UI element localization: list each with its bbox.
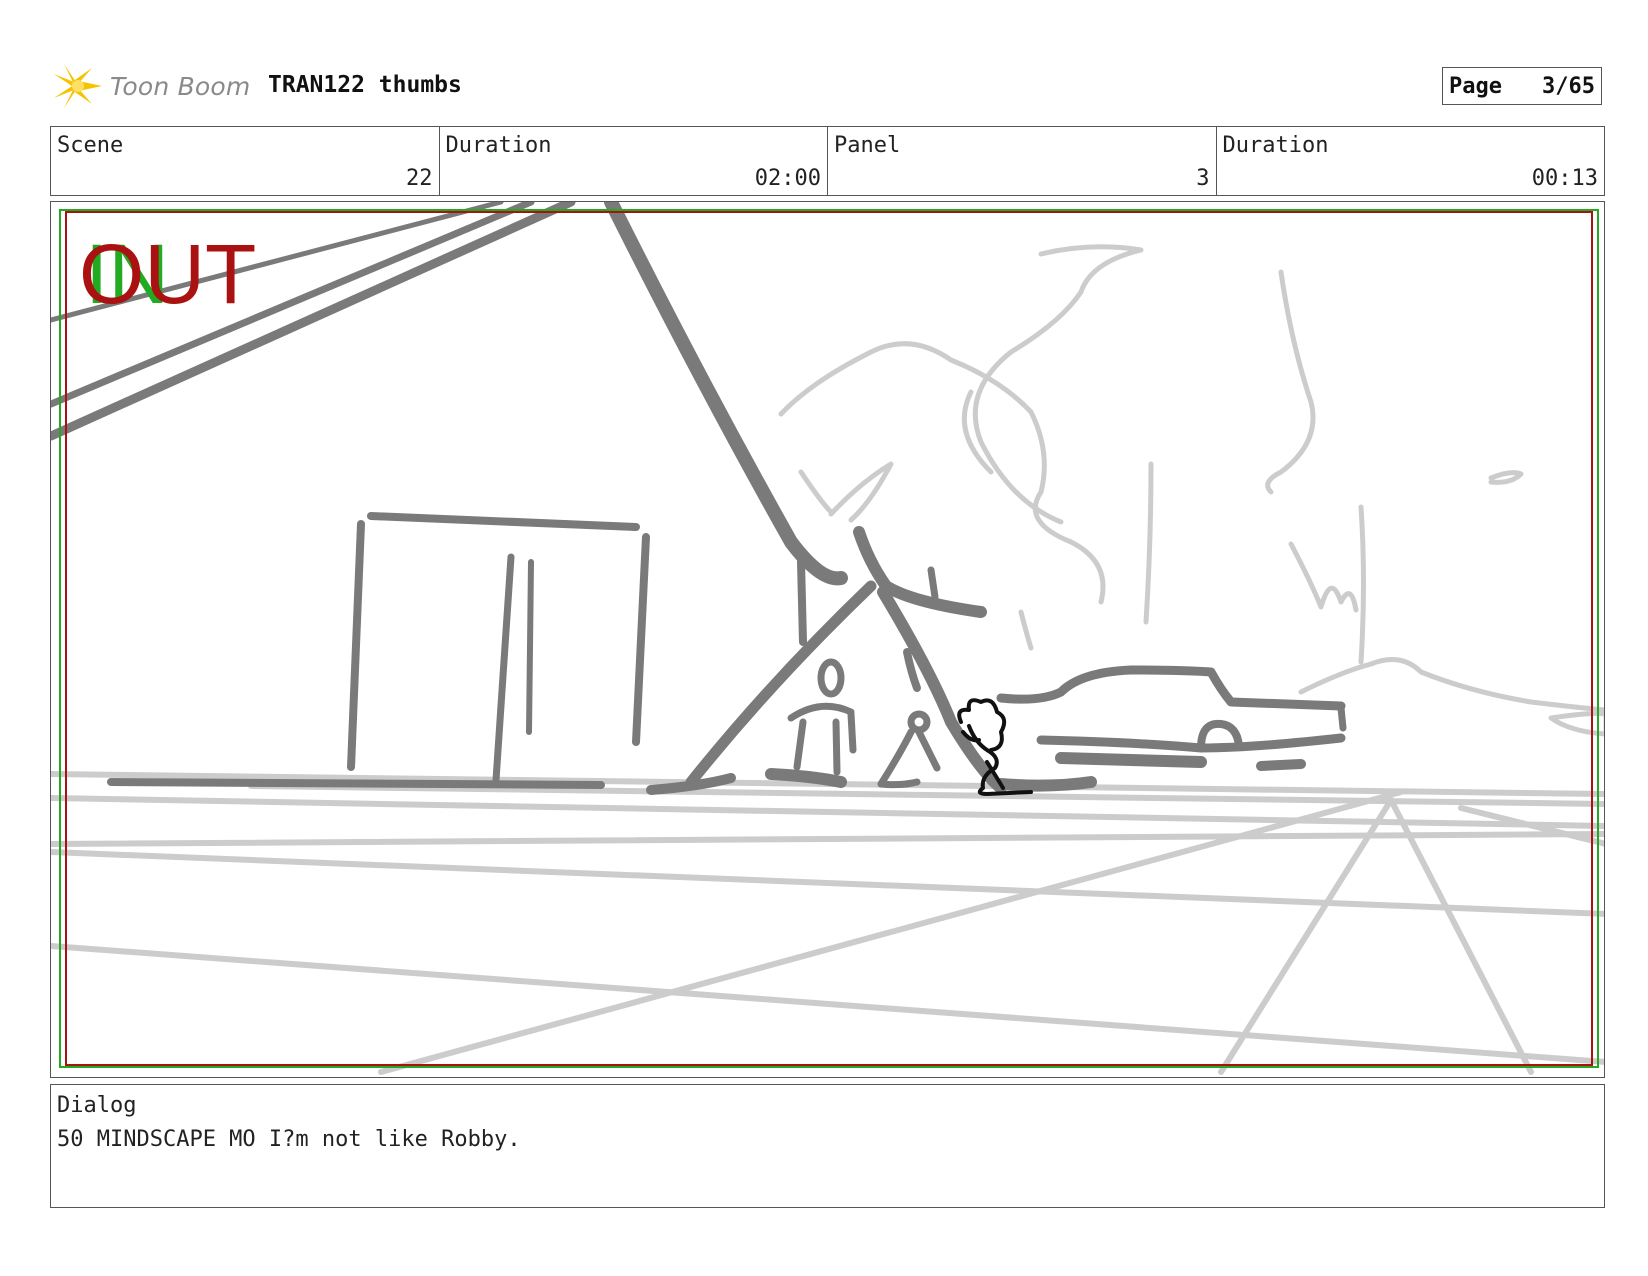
document-title: TRAN122 thumbs: [268, 72, 462, 98]
transition-out-label: OUT: [79, 227, 257, 321]
panel-duration-label: Duration: [1222, 133, 1329, 158]
scene-duration-label: Duration: [445, 133, 552, 158]
starburst-icon: [54, 64, 102, 108]
background-scribbles: [778, 244, 1604, 737]
scene-cell: Scene 22: [51, 127, 440, 195]
page-indicator: Page 3/65: [1442, 67, 1602, 105]
panel-sketch: [51, 202, 1604, 1075]
ground-lines: [51, 771, 1604, 1075]
brand-name: Toon Boom: [110, 71, 251, 101]
dialog-box: Dialog 50 MINDSCAPE MO I?m not like Robb…: [50, 1084, 1605, 1208]
panel-value: 3: [1196, 166, 1210, 191]
storyboard-panel: IN OUT: [50, 201, 1605, 1078]
dialog-text: 50 MINDSCAPE MO I?m not like Robby.: [57, 1127, 521, 1152]
panel-duration-value: 00:13: [1531, 166, 1598, 191]
tent-frame: [646, 526, 1097, 795]
panel-cell: Panel 3: [828, 127, 1217, 195]
scene-value: 22: [406, 166, 433, 191]
scene-duration-cell: Duration 02:00: [440, 127, 828, 195]
page-label: Page: [1449, 73, 1502, 99]
scene-label: Scene: [57, 133, 124, 158]
field-guide-frame: [59, 209, 1599, 1068]
info-bar: Scene 22 Duration 02:00 Panel 3 Duration…: [50, 126, 1605, 196]
panel-duration-cell: Duration 00:13: [1217, 127, 1605, 195]
dialog-label: Dialog: [57, 1093, 137, 1118]
car: [996, 665, 1347, 771]
page-number: 3/65: [1542, 73, 1595, 99]
panel-label: Panel: [834, 133, 901, 158]
toon-boom-logo: Toon Boom: [52, 58, 250, 114]
scene-duration-value: 02:00: [754, 166, 821, 191]
building-frame: [107, 512, 650, 789]
